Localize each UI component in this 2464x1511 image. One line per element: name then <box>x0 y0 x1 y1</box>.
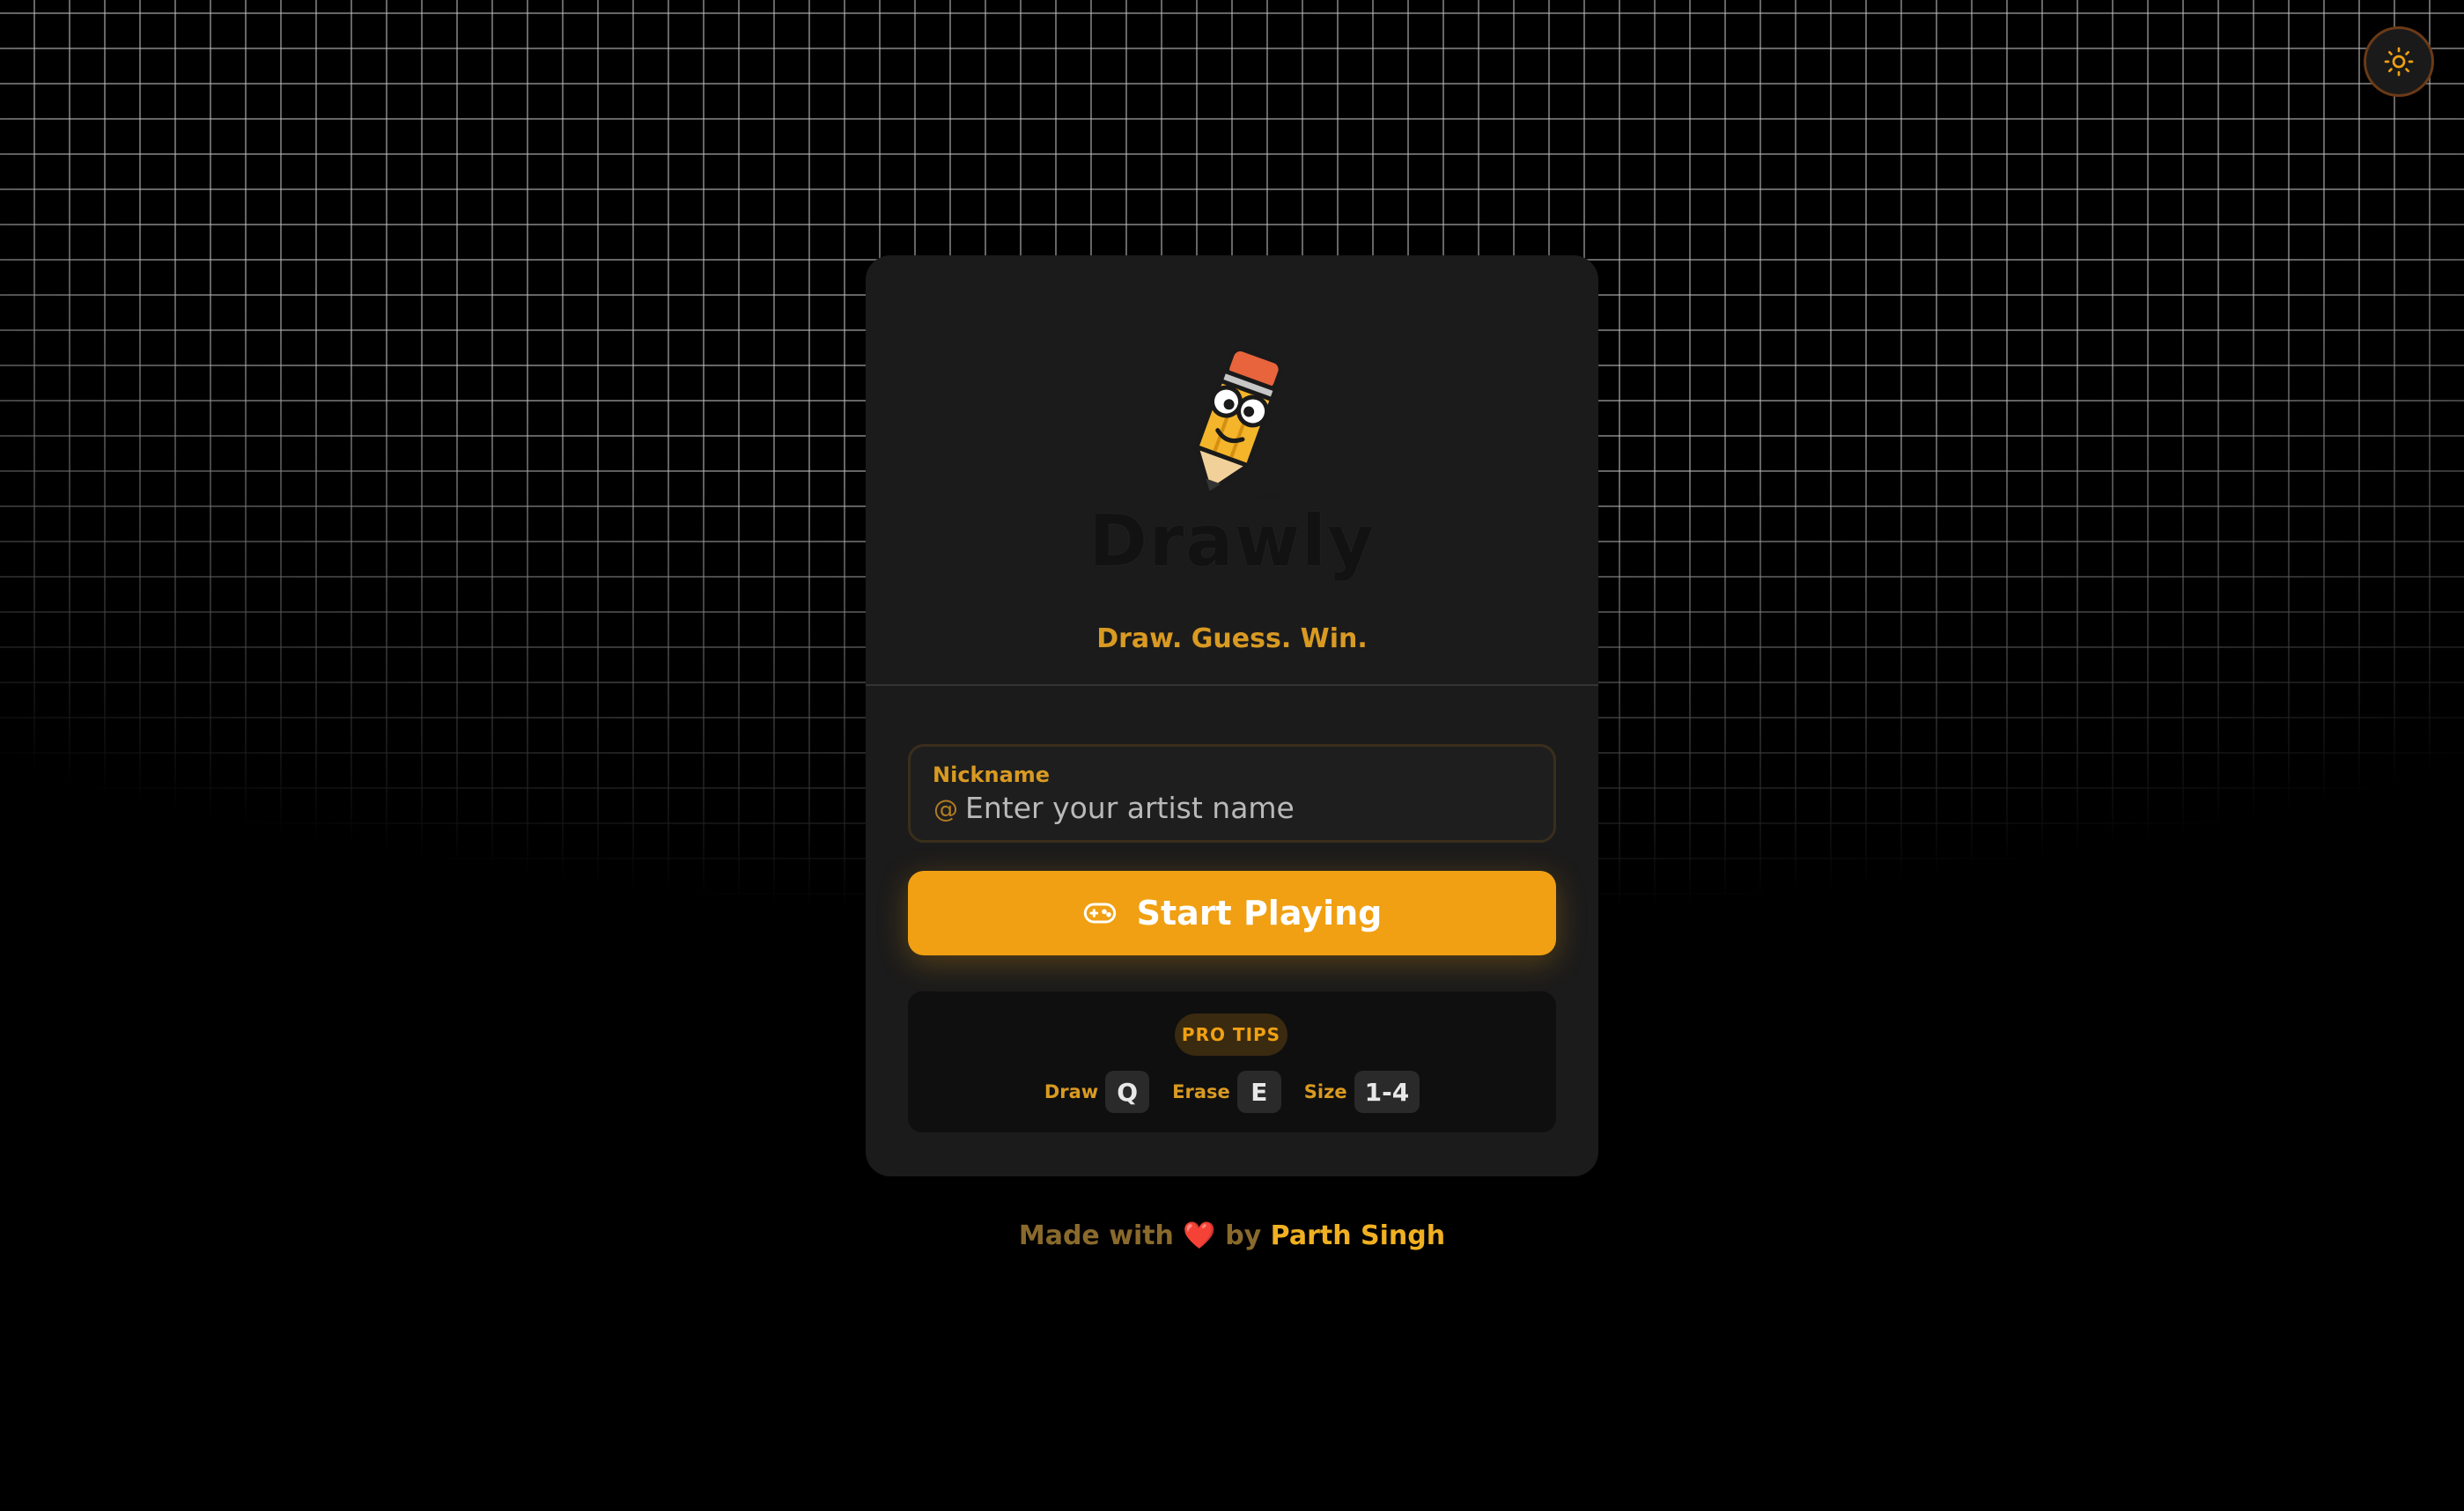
author-link[interactable]: Parth Singh <box>1271 1220 1445 1251</box>
tip-label-draw: Draw <box>1044 1081 1099 1102</box>
logo-wordmark: Drawly <box>1088 500 1376 582</box>
theme-toggle-button[interactable] <box>2364 26 2434 97</box>
logo <box>866 343 1598 511</box>
nickname-field[interactable]: Nickname @ <box>908 744 1556 843</box>
tip-label-size: Size <box>1303 1081 1347 1102</box>
footer-by: by <box>1225 1220 1262 1251</box>
start-playing-button[interactable]: Start Playing <box>908 871 1556 955</box>
nickname-label: Nickname <box>933 763 1051 787</box>
tagline: Draw. Guess. Win. <box>1096 623 1368 654</box>
login-card: Drawly Draw. Guess. Win. Nickname @ Star… <box>866 255 1598 1176</box>
tip-label-erase: Erase <box>1172 1081 1230 1102</box>
pro-tips-row: Draw Q Erase E Size 1-4 <box>908 1071 1556 1113</box>
pro-tips-badge: PRO TIPS <box>1175 1013 1287 1056</box>
landing-screen: Drawly Draw. Guess. Win. Nickname @ Star… <box>0 0 2464 1511</box>
at-prefix: @ <box>933 794 958 823</box>
footer-made-with: Made with <box>1018 1220 1174 1251</box>
footer-credit: Made with ❤️ by Parth Singh <box>0 1220 2464 1251</box>
tip-key-draw: Q <box>1105 1071 1150 1113</box>
tip-key-erase: E <box>1236 1071 1281 1113</box>
sun-icon <box>2384 47 2414 77</box>
pro-tips-panel: PRO TIPS Draw Q Erase E Size 1-4 <box>908 991 1556 1132</box>
divider <box>866 684 1598 686</box>
gamepad-icon <box>1083 903 1116 924</box>
nickname-input[interactable] <box>965 785 1529 829</box>
heart-icon: ❤️ <box>1183 1220 1216 1251</box>
start-playing-label: Start Playing <box>1136 894 1383 932</box>
tip-key-size: 1-4 <box>1354 1071 1420 1113</box>
pencil-mascot-icon <box>1193 346 1285 502</box>
